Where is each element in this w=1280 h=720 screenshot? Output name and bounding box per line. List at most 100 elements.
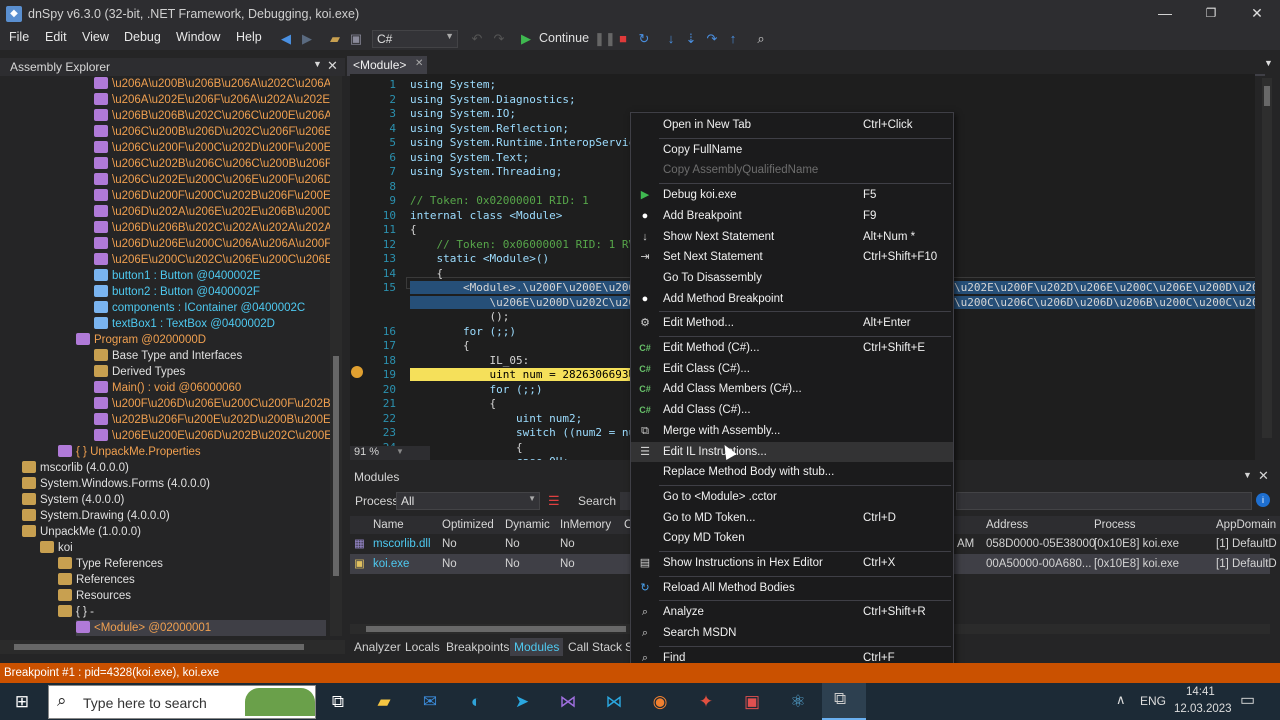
tree-node[interactable]: Derived Types — [94, 364, 185, 380]
code-line[interactable]: static <Module>() — [410, 252, 549, 265]
tab-breakpoints[interactable]: Breakpoints — [446, 640, 509, 654]
vscode-icon[interactable]: ⋈ — [596, 685, 632, 719]
menu-help[interactable]: Help — [236, 30, 262, 44]
tree-node[interactable]: \u202B\u206F\u200E\u202D\u200B\u200E\ — [94, 412, 330, 428]
code-line[interactable]: using System.IO; — [410, 107, 516, 120]
code-line[interactable]: { — [410, 339, 470, 352]
info-icon[interactable]: i — [1256, 493, 1270, 507]
code-line[interactable]: using System.Text; — [410, 151, 529, 164]
menu-debug[interactable]: Debug — [124, 30, 161, 44]
code-line[interactable]: { — [410, 397, 496, 410]
code-line[interactable]: switch ((num2 = num — [410, 426, 642, 439]
task-view-icon[interactable]: ⧉ — [320, 685, 356, 719]
tab-overflow-icon[interactable]: ▼ — [1264, 58, 1273, 68]
tree-node[interactable]: \u200F\u206D\u206E\u200C\u200F\u202B\ — [94, 396, 330, 412]
tree-node[interactable]: Resources — [58, 588, 131, 604]
breakpoint-icon[interactable] — [351, 366, 363, 378]
col-process[interactable]: Process — [1094, 516, 1136, 534]
continue-icon[interactable]: ▶ — [517, 30, 535, 48]
zoom-control[interactable]: 91 % ▼ — [350, 446, 430, 460]
code-line[interactable]: using System.Diagnostics; — [410, 93, 576, 106]
step-over-line-icon[interactable]: ⇣ — [682, 30, 700, 48]
code-line[interactable]: using System.Threading; — [410, 165, 562, 178]
menu-item-add-breakpoint[interactable]: ● Add Breakpoint F9 — [631, 206, 953, 226]
menu-item-show-instructions-in-hex-editor[interactable]: ▤ Show Instructions in Hex Editor Ctrl+X — [631, 553, 953, 573]
menu-item-replace-method-body-with-stub[interactable]: Replace Method Body with stub... — [631, 462, 953, 482]
menu-item-search-msdn[interactable]: ⌕ Search MSDN — [631, 623, 953, 643]
close-panel-icon[interactable]: ✕ — [1258, 468, 1269, 484]
tree-node[interactable]: \u206E\u200E\u206D\u202B\u202C\u200E\ — [94, 428, 330, 444]
tree-node[interactable]: Main() : void @06000060 — [94, 380, 241, 396]
tray-chevron-icon[interactable]: ∧ — [1116, 692, 1126, 708]
tab-modules[interactable]: Modules — [510, 638, 564, 656]
menu-item-go-to-module-cctor[interactable]: Go to <Module> .cctor — [631, 487, 953, 507]
mail-icon[interactable]: ✉ — [412, 685, 448, 719]
code-line[interactable]: for (;;) — [410, 383, 542, 396]
step-over-icon[interactable]: ↷ — [703, 30, 721, 48]
clock-time[interactable]: 14:41 — [1186, 686, 1215, 698]
telegram-icon[interactable]: ➤ — [504, 685, 540, 719]
tree-hscrollbar-thumb[interactable] — [14, 644, 304, 650]
menu-item-edit-il-instructions[interactable]: ☰ Edit IL Instructions... — [631, 441, 953, 462]
dropdown-icon[interactable]: ▼ — [313, 59, 322, 69]
code-line[interactable]: uint num2; — [410, 412, 582, 425]
tab-call-stack[interactable]: Call Stack — [568, 640, 622, 654]
menu-edit[interactable]: Edit — [45, 30, 67, 44]
code-line[interactable]: <Module>.\u200F\u200E\u206D\ — [410, 281, 649, 294]
undo-icon[interactable]: ↶ — [468, 30, 486, 48]
menu-item-edit-method[interactable]: ⚙ Edit Method... Alt+Enter — [631, 313, 953, 333]
tree-node[interactable]: \u206A\u200B\u206B\u206A\u202C\u206A — [94, 76, 330, 92]
tree-node[interactable]: <Module> @02000001 — [76, 620, 326, 636]
restart-icon[interactable]: ↻ — [635, 30, 653, 48]
menu-item-add-class-members-c[interactable]: C# Add Class Members (C#)... — [631, 379, 953, 399]
modules-hscrollbar-thumb[interactable] — [366, 626, 626, 632]
code-line[interactable]: uint num = 2826306693U; — [410, 368, 642, 381]
col-optimized[interactable]: Optimized — [442, 516, 494, 534]
notifications-icon[interactable]: ▭ — [1240, 690, 1255, 710]
language-indicator[interactable]: ENG — [1140, 694, 1166, 708]
menu-item-add-class-c[interactable]: C# Add Class (C#)... — [631, 400, 953, 420]
col-inmemory[interactable]: InMemory — [560, 516, 611, 534]
menu-item-set-next-statement[interactable]: ⇥ Set Next Statement Ctrl+Shift+F10 — [631, 247, 953, 267]
clear-filter-icon[interactable]: ☰ — [548, 493, 560, 509]
menu-view[interactable]: View — [82, 30, 109, 44]
visual-studio-icon[interactable]: ⋈ — [550, 685, 586, 719]
tree-node[interactable]: components : IContainer @0400002C — [94, 300, 305, 316]
tree-node[interactable]: button2 : Button @0400002F — [94, 284, 260, 300]
code-line[interactable]: internal class <Module> — [410, 209, 562, 222]
col-appdomain[interactable]: AppDomain — [1216, 516, 1276, 534]
language-select[interactable]: C# ▼ — [372, 30, 458, 48]
step-out-icon[interactable]: ↑ — [724, 30, 742, 48]
code-line[interactable]: { — [410, 223, 417, 236]
menu-item-edit-method-c[interactable]: C# Edit Method (C#)... Ctrl+Shift+E — [631, 338, 953, 358]
close-panel-icon[interactable]: ✕ — [327, 58, 338, 74]
menu-item-copy-fullname[interactable]: Copy FullName — [631, 140, 953, 160]
tree-node[interactable]: UnpackMe (1.0.0.0) — [22, 524, 141, 540]
menu-item-copy-md-token[interactable]: Copy MD Token — [631, 528, 953, 548]
back-icon[interactable]: ◀ — [277, 30, 295, 48]
taskbar-search-box[interactable]: ⌕ Type here to search — [48, 685, 316, 719]
tree-node[interactable]: Type References — [58, 556, 163, 572]
editor-scrollbar[interactable] — [1262, 78, 1272, 438]
menu-item-add-method-breakpoint[interactable]: ● Add Method Breakpoint — [631, 289, 953, 309]
tree-scrollbar-thumb[interactable] — [333, 356, 339, 576]
code-line[interactable]: IL_05: — [410, 354, 529, 367]
close-tab-icon[interactable]: ✕ — [415, 58, 423, 69]
tree-node[interactable]: \u206A\u202E\u206F\u206A\u202A\u202E\ — [94, 92, 330, 108]
search-input[interactable] — [620, 492, 630, 510]
open-folder-icon[interactable]: ▰ — [326, 30, 344, 48]
tree-node[interactable]: \u206C\u200B\u206D\u202C\u206F\u206E\ — [94, 124, 330, 140]
tree-node[interactable]: mscorlib (4.0.0.0) — [22, 460, 129, 476]
tree-node[interactable]: System.Windows.Forms (4.0.0.0) — [22, 476, 210, 492]
col-dynamic[interactable]: Dynamic — [505, 516, 550, 534]
tree-node[interactable]: \u206B\u206B\u202C\u206C\u200E\u206A\ — [94, 108, 330, 124]
dev-tool-icon[interactable]: ✦ — [688, 685, 724, 719]
tree-node[interactable]: System (4.0.0.0) — [22, 492, 124, 508]
forward-icon[interactable]: ▶ — [298, 30, 316, 48]
tree-node[interactable]: textBox1 : TextBox @0400002D — [94, 316, 275, 332]
process-select[interactable]: All ▼ — [396, 492, 540, 510]
editor-scrollbar-thumb[interactable] — [1264, 86, 1270, 106]
tree-node[interactable]: \u206D\u202A\u206E\u202E\u206B\u200D\ — [94, 204, 330, 220]
tree-node[interactable]: Program @0200000D — [76, 332, 206, 348]
edge-icon[interactable]: ◐ — [458, 685, 494, 719]
